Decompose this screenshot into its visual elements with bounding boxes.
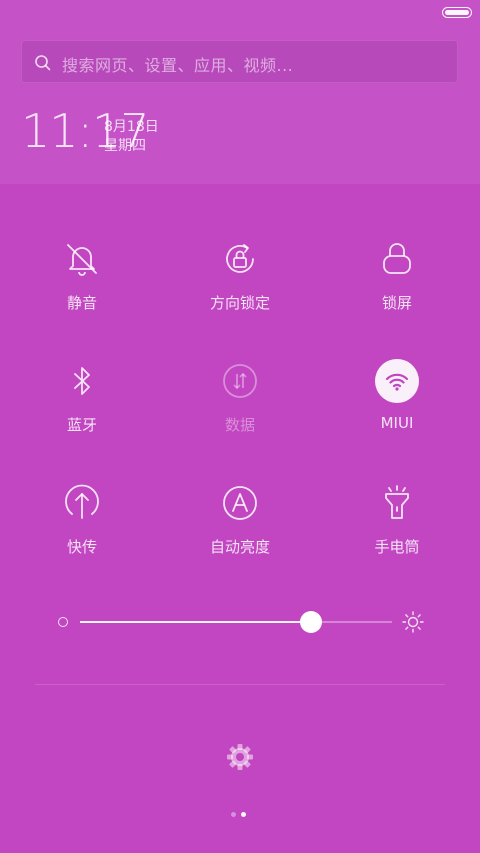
toggle-quick-transfer[interactable]: 快传: [4, 480, 160, 570]
search-bar[interactable]: 搜索网页、设置、应用、视频...: [21, 40, 458, 83]
lock-icon: [383, 243, 411, 274]
toggle-label: 锁屏: [381, 294, 412, 312]
page-dot: [241, 812, 246, 817]
quick-transfer-icon: [65, 484, 99, 519]
flashlight-icon: [385, 485, 409, 519]
toggle-bluetooth[interactable]: 蓝牙: [4, 358, 160, 448]
toggle-label: 蓝牙: [66, 416, 97, 434]
bluetooth-icon: [74, 367, 90, 395]
clock-date: 8月18日: [104, 119, 159, 135]
toggle-label: 数据: [224, 416, 255, 434]
toggle-label: MIUI: [380, 414, 414, 432]
toggle-mobile-data[interactable]: 数据: [162, 358, 318, 448]
divider: [35, 684, 445, 685]
rotation-lock-icon: [226, 244, 254, 273]
toggle-label: 手电筒: [374, 538, 420, 556]
brightness-fill: [80, 621, 311, 623]
toggle-label: 方向锁定: [209, 294, 270, 312]
bell-off-icon: [67, 244, 97, 276]
brightness-high-icon: [402, 611, 424, 633]
toggle-mute[interactable]: 静音: [4, 236, 160, 326]
wifi-icon: [374, 358, 420, 404]
brightness-low-icon: [58, 617, 68, 627]
brightness-slider[interactable]: [58, 608, 424, 638]
clock-weekday: 星期四: [104, 138, 146, 154]
brightness-track[interactable]: [80, 621, 392, 623]
toggle-label: 快传: [66, 538, 97, 556]
search-placeholder[interactable]: 搜索网页、设置、应用、视频...: [62, 52, 293, 76]
battery-icon: [442, 7, 472, 18]
toggle-wifi[interactable]: MIUI: [319, 358, 475, 448]
search-icon: [35, 55, 51, 71]
toggle-flashlight[interactable]: 手电筒: [319, 480, 475, 570]
toggle-lock-screen[interactable]: 锁屏: [319, 236, 475, 326]
toggle-label: 自动亮度: [209, 538, 270, 556]
mobile-data-icon: [223, 364, 257, 398]
toggle-rotation-lock[interactable]: 方向锁定: [162, 236, 318, 326]
page-dot: [231, 812, 236, 817]
auto-brightness-icon: [223, 486, 257, 520]
toggle-label: 静音: [66, 294, 97, 312]
page-indicator: [231, 812, 251, 818]
gear-icon[interactable]: [225, 742, 255, 772]
brightness-thumb[interactable]: [299, 611, 322, 633]
toggle-auto-brightness[interactable]: 自动亮度: [162, 480, 318, 570]
